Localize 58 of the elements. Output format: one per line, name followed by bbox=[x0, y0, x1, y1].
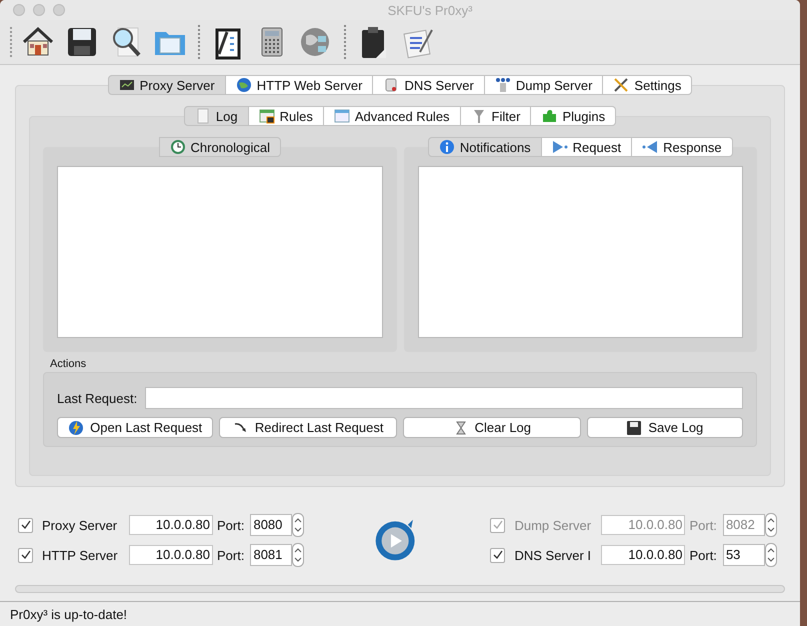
tab[interactable]: Chronological bbox=[158, 137, 281, 157]
info-icon bbox=[438, 139, 455, 155]
input-field[interactable] bbox=[145, 387, 743, 409]
checkbox[interactable] bbox=[18, 548, 33, 562]
tab[interactable]: Log bbox=[184, 106, 249, 126]
address-field[interactable]: 10.0.0.80 bbox=[601, 545, 686, 565]
tab[interactable]: Rules bbox=[248, 106, 324, 126]
monitor-icon bbox=[118, 77, 135, 93]
checkbox-label: Dump Server bbox=[514, 518, 592, 532]
check-icon bbox=[492, 520, 503, 530]
table-icon bbox=[334, 108, 350, 124]
group-label: Actions bbox=[50, 358, 88, 370]
checkbox-label: Proxy Server bbox=[42, 518, 118, 532]
status-text: Pr0xy³ is up-to-date! bbox=[10, 606, 128, 622]
action-button[interactable]: Open Last Request bbox=[57, 417, 214, 438]
tab[interactable]: Notifications bbox=[428, 137, 542, 157]
tab[interactable]: Plugins bbox=[531, 106, 616, 126]
tab[interactable]: HTTP Web Server bbox=[226, 75, 374, 95]
action-button[interactable]: Redirect Last Request bbox=[219, 417, 397, 438]
field-label: Port: bbox=[689, 548, 717, 562]
stepper-icon bbox=[764, 513, 777, 537]
field-label: Port: bbox=[217, 518, 244, 532]
action-button[interactable]: Save Log bbox=[586, 417, 743, 438]
checkbox[interactable] bbox=[490, 548, 506, 562]
tools-icon bbox=[613, 77, 630, 93]
tab[interactable]: Dump Server bbox=[484, 75, 604, 95]
table-icon bbox=[258, 108, 275, 124]
check-icon bbox=[20, 520, 30, 530]
address-field[interactable]: 10.0.0.80 bbox=[129, 545, 213, 565]
address-field[interactable]: 10.0.0.80 bbox=[129, 515, 213, 535]
tab[interactable]: Response bbox=[632, 137, 733, 157]
tab[interactable]: DNS Server bbox=[373, 75, 485, 95]
document-icon bbox=[194, 108, 211, 124]
clock-icon bbox=[170, 139, 186, 155]
action-button[interactable]: Clear Log bbox=[403, 417, 581, 438]
tab[interactable]: Request bbox=[542, 137, 632, 157]
tab[interactable]: Proxy Server bbox=[108, 75, 226, 95]
stepper-icon bbox=[764, 543, 777, 567]
port-field[interactable]: 8080 bbox=[250, 514, 292, 536]
field-label: Last Request: bbox=[57, 390, 138, 406]
checkbox[interactable] bbox=[18, 518, 33, 532]
tab[interactable]: Filter bbox=[460, 106, 532, 126]
arrow-left-icon bbox=[642, 139, 658, 155]
window-title: SKFU's Pr0xy³ bbox=[386, 2, 472, 18]
tab[interactable]: Advanced Rules bbox=[324, 106, 461, 126]
checkbox-label: DNS Server I bbox=[514, 548, 592, 562]
port-field[interactable]: 8081 bbox=[250, 544, 292, 566]
stepper-icon bbox=[292, 513, 304, 537]
checkbox-label: HTTP Server bbox=[42, 548, 119, 562]
puzzle-icon bbox=[541, 108, 558, 124]
port-field[interactable]: 53 bbox=[722, 544, 765, 566]
field-label: Port: bbox=[689, 518, 717, 532]
tab[interactable]: Settings bbox=[603, 75, 692, 95]
check-icon bbox=[20, 550, 30, 560]
arrow-right-icon bbox=[552, 139, 568, 155]
stepper-icon bbox=[292, 543, 304, 567]
check-icon bbox=[492, 550, 503, 560]
field-label: Port: bbox=[217, 548, 244, 562]
